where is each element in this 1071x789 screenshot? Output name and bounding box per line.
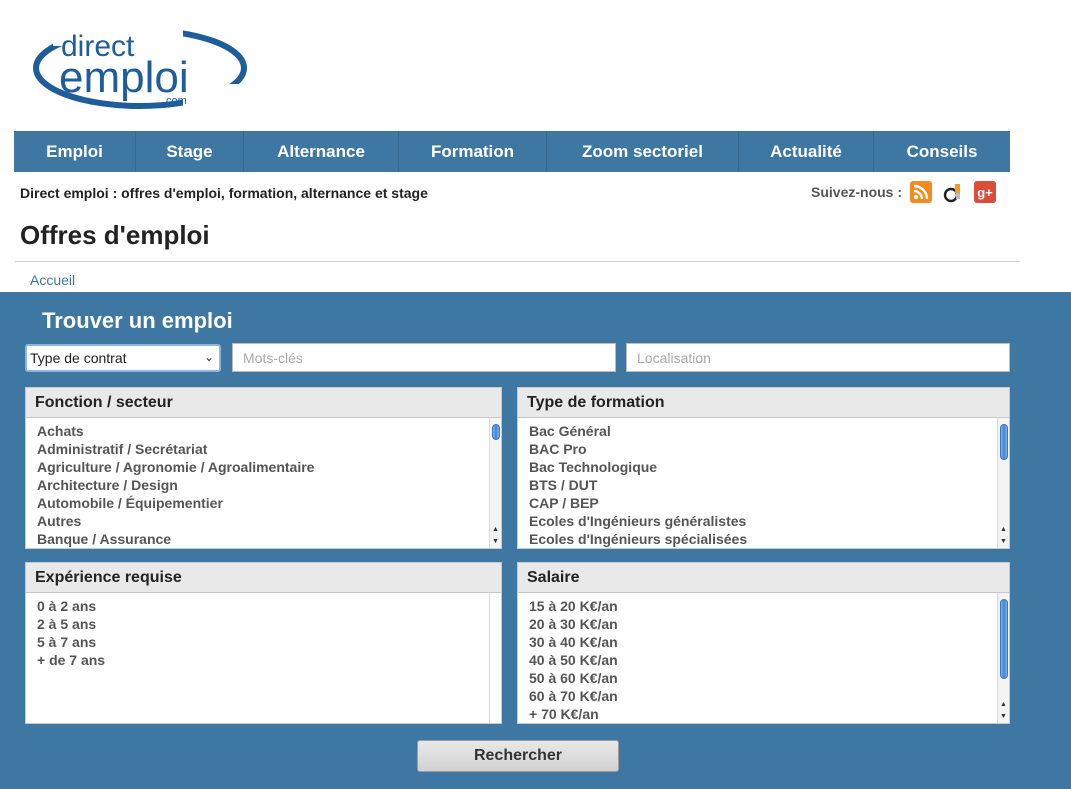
site-header: direct emploi .com (0, 0, 1071, 131)
list-item[interactable]: + 70 K€/an (529, 705, 1009, 723)
function-sector-box: Fonction / secteur Achats Administratif … (25, 387, 502, 549)
scrollbar[interactable]: ▲ ▼ (489, 418, 501, 548)
main-nav: Emploi Stage Alternance Formation Zoom s… (0, 131, 1071, 172)
breadcrumb-home-link[interactable]: Accueil (30, 272, 75, 288)
list-item[interactable]: 30 à 40 K€/an (529, 633, 1009, 651)
nav-item-actualite[interactable]: Actualité (739, 131, 874, 172)
experience-title: Expérience requise (26, 563, 501, 593)
keywords-input[interactable] (232, 343, 616, 372)
title-divider (15, 261, 1020, 262)
salary-box: Salaire 15 à 20 K€/an 20 à 30 K€/an 30 à… (517, 562, 1010, 724)
salary-list[interactable]: 15 à 20 K€/an 20 à 30 K€/an 30 à 40 K€/a… (518, 593, 1009, 723)
list-item[interactable]: Ecoles d'Ingénieurs spécialisées (529, 530, 1009, 548)
scroll-down-icon[interactable]: ▼ (998, 536, 1009, 547)
function-sector-list[interactable]: Achats Administratif / Secrétariat Agric… (26, 418, 501, 548)
location-input[interactable] (626, 343, 1010, 372)
list-item[interactable]: CAP / BEP (529, 494, 1009, 512)
scrollbar (489, 593, 501, 723)
list-item[interactable]: BAC Pro (529, 440, 1009, 458)
logo-graphic: direct emploi .com (33, 22, 248, 110)
contract-type-value: Type de contrat (30, 350, 127, 366)
list-item[interactable]: Autres (37, 512, 501, 530)
list-item[interactable]: 50 à 60 K€/an (529, 669, 1009, 687)
social-follow: Suivez-nous : g+ (811, 179, 997, 205)
scrollbar[interactable]: ▲ ▼ (997, 593, 1009, 723)
scroll-down-icon[interactable]: ▼ (998, 711, 1009, 722)
list-item[interactable]: Banque / Assurance (37, 530, 501, 548)
list-item[interactable]: 60 à 70 K€/an (529, 687, 1009, 705)
search-button[interactable]: Rechercher (417, 740, 619, 772)
list-item[interactable]: BTS / DUT (529, 476, 1009, 494)
rss-icon[interactable] (910, 181, 933, 203)
logo-dotcom: .com (163, 95, 187, 107)
experience-list[interactable]: 0 à 2 ans 2 à 5 ans 5 à 7 ans + de 7 ans (26, 593, 501, 723)
list-item[interactable]: Agriculture / Agronomie / Agroalimentair… (37, 458, 501, 476)
scrollbar[interactable]: ▲ ▼ (997, 418, 1009, 548)
list-item[interactable]: 2 à 5 ans (37, 615, 501, 633)
chevron-down-icon: ⌄ (203, 350, 214, 364)
list-item[interactable]: 15 à 20 K€/an (529, 597, 1009, 615)
list-item[interactable]: Bac Général (529, 422, 1009, 440)
nav-bar: Emploi Stage Alternance Formation Zoom s… (14, 131, 1010, 172)
scrollbar-thumb[interactable] (1000, 424, 1008, 460)
contract-type-select[interactable]: Type de contrat ⌄ (25, 344, 221, 372)
nav-item-formation[interactable]: Formation (399, 131, 547, 172)
scrollbar-thumb[interactable] (1000, 599, 1008, 679)
site-tagline: Direct emploi : offres d'emploi, formati… (20, 185, 428, 201)
nav-item-alternance[interactable]: Alternance (244, 131, 399, 172)
scroll-up-icon[interactable]: ▲ (998, 699, 1009, 710)
list-item[interactable]: Ecoles d'Ingénieurs généralistes (529, 512, 1009, 530)
scroll-down-icon[interactable]: ▼ (490, 536, 501, 547)
list-item[interactable]: 5 à 7 ans (37, 633, 501, 651)
function-sector-title: Fonction / secteur (26, 388, 501, 418)
salary-title: Salaire (518, 563, 1009, 593)
list-item[interactable]: Administratif / Secrétariat (37, 440, 501, 458)
training-type-box: Type de formation Bac Général BAC Pro Ba… (517, 387, 1010, 549)
list-item[interactable]: 40 à 50 K€/an (529, 651, 1009, 669)
experience-box: Expérience requise 0 à 2 ans 2 à 5 ans 5… (25, 562, 502, 724)
list-item[interactable]: Automobile / Équipementier (37, 494, 501, 512)
job-search-panel: Trouver un emploi Type de contrat ⌄ Fonc… (0, 292, 1071, 789)
scroll-up-icon[interactable]: ▲ (998, 524, 1009, 535)
list-item[interactable]: Achats (37, 422, 501, 440)
list-item[interactable]: 0 à 2 ans (37, 597, 501, 615)
nav-item-zoom-sectoriel[interactable]: Zoom sectoriel (547, 131, 739, 172)
viadeo-icon[interactable] (942, 181, 964, 203)
google-plus-icon[interactable]: g+ (974, 181, 997, 203)
nav-item-emploi[interactable]: Emploi (14, 131, 136, 172)
training-type-title: Type de formation (518, 388, 1009, 418)
site-logo[interactable]: direct emploi .com (33, 22, 248, 110)
list-item[interactable]: Bac Technologique (529, 458, 1009, 476)
nav-item-conseils[interactable]: Conseils (874, 131, 1010, 172)
scroll-up-icon[interactable]: ▲ (490, 524, 501, 535)
search-title: Trouver un emploi (42, 308, 233, 333)
list-item[interactable]: + de 7 ans (37, 651, 501, 669)
page-title: Offres d'emploi (20, 220, 210, 250)
nav-item-stage[interactable]: Stage (136, 131, 244, 172)
scrollbar-thumb[interactable] (492, 424, 500, 440)
training-type-list[interactable]: Bac Général BAC Pro Bac Technologique BT… (518, 418, 1009, 548)
list-item[interactable]: 20 à 30 K€/an (529, 615, 1009, 633)
follow-label: Suivez-nous : (811, 184, 903, 200)
list-item[interactable]: Architecture / Design (37, 476, 501, 494)
